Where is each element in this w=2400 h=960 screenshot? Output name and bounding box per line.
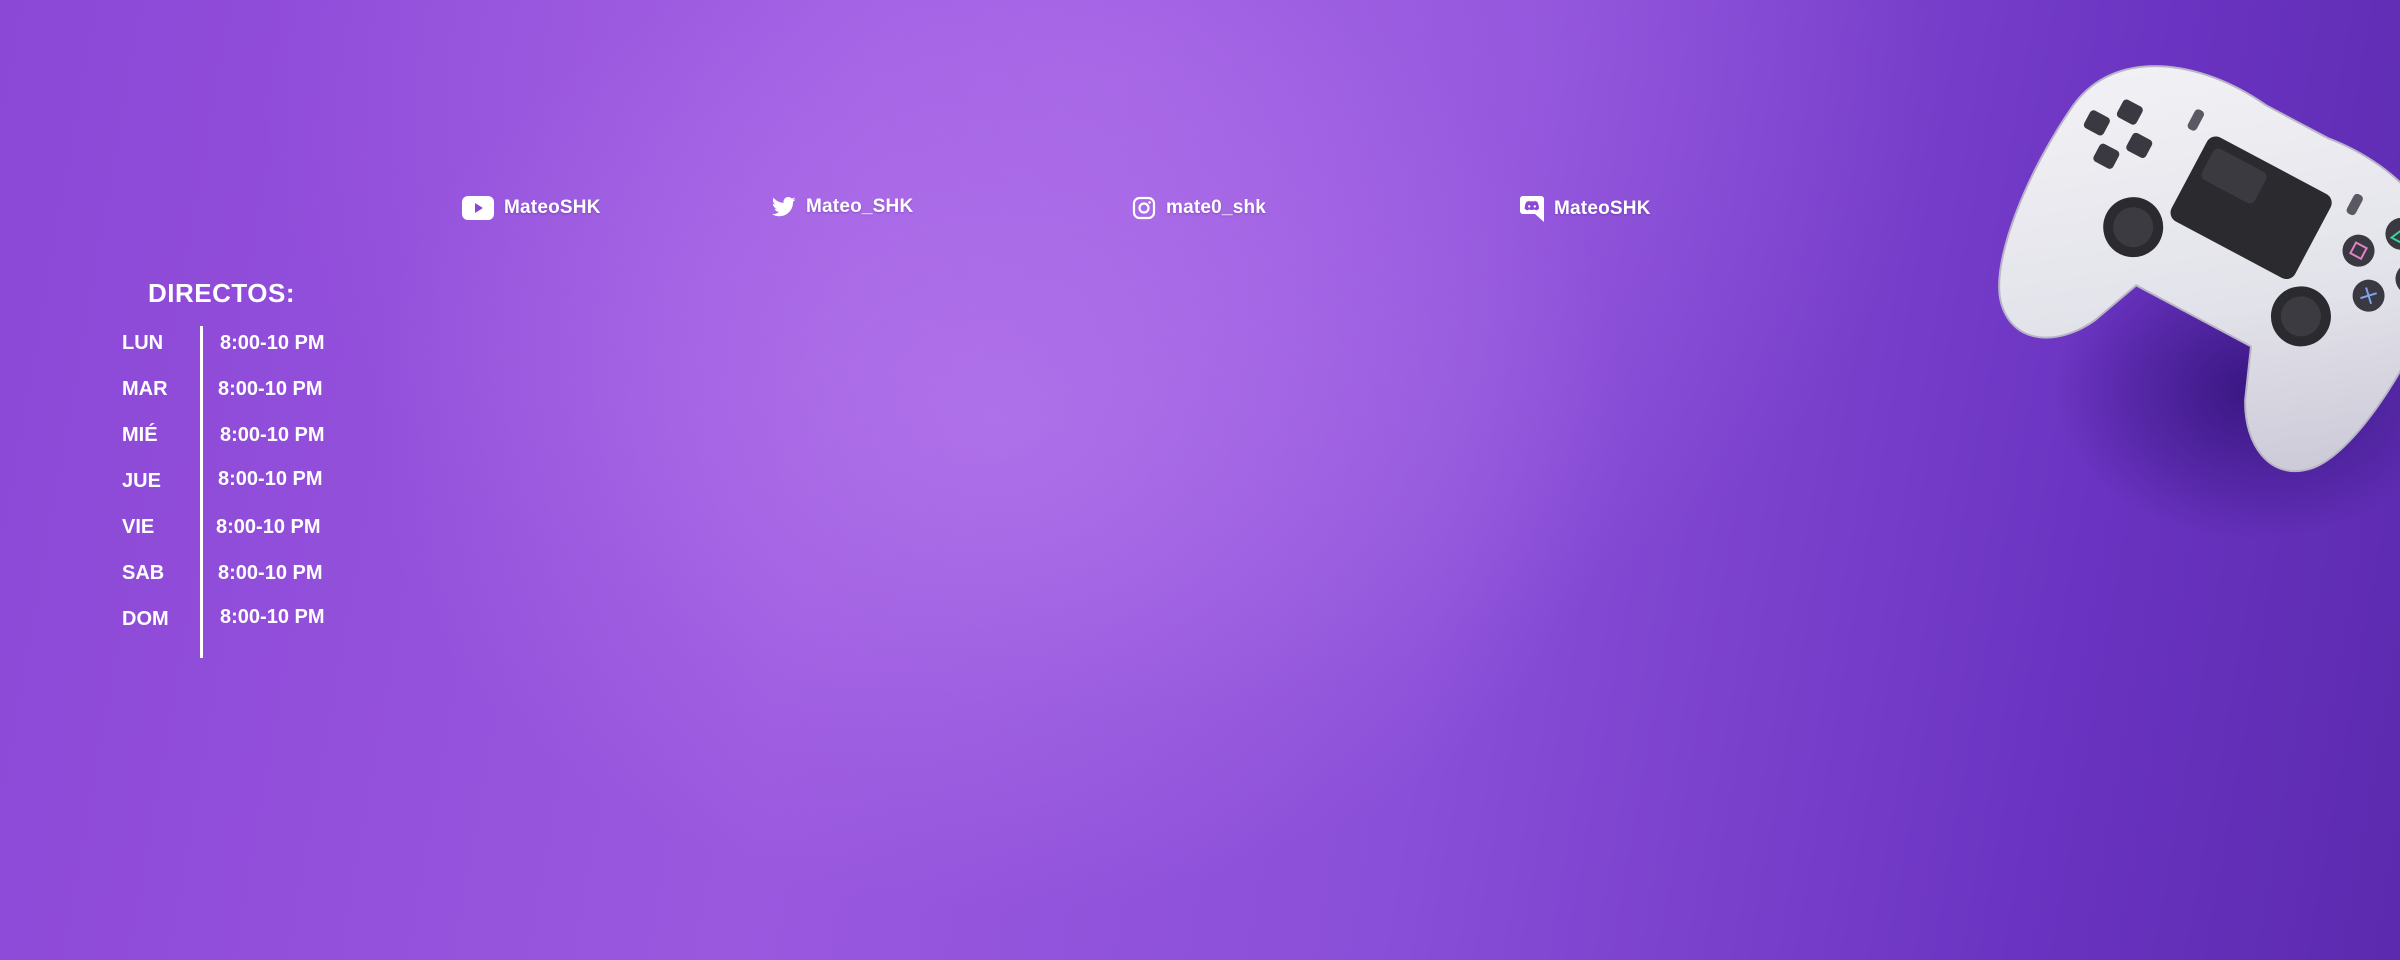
instagram-icon bbox=[1132, 196, 1156, 220]
youtube-handle: MateoSHK bbox=[504, 197, 601, 218]
schedule-day: LUN bbox=[122, 332, 164, 354]
schedule-day: JUE bbox=[122, 470, 161, 492]
schedule-time: 8:00-10 PM bbox=[220, 606, 325, 628]
schedule-time: 8:00-10 PM bbox=[216, 516, 321, 538]
schedule-day: MIÉ bbox=[122, 424, 158, 446]
schedule-day: VIE bbox=[122, 516, 155, 538]
youtube-icon bbox=[462, 196, 494, 220]
schedule-title: DIRECTOS: bbox=[148, 278, 296, 308]
social-instagram[interactable]: mate0_shk bbox=[1132, 196, 1266, 220]
schedule-divider bbox=[200, 326, 203, 658]
schedule-time: 8:00-10 PM bbox=[220, 424, 325, 446]
schedule-time: 8:00-10 PM bbox=[218, 378, 323, 400]
instagram-handle: mate0_shk bbox=[1166, 197, 1267, 218]
social-twitter[interactable]: Mateo_SHK bbox=[772, 196, 913, 218]
schedule-day: DOM bbox=[122, 608, 169, 630]
twitter-handle: Mateo_SHK bbox=[806, 196, 914, 217]
schedule-time: 8:00-10 PM bbox=[220, 332, 325, 354]
social-discord[interactable]: MateoSHK bbox=[1520, 196, 1651, 222]
gamepad-controller-icon bbox=[1998, 65, 2400, 540]
discord-handle: MateoSHK bbox=[1554, 198, 1651, 219]
discord-icon bbox=[1520, 196, 1544, 222]
schedule-time: 8:00-10 PM bbox=[218, 562, 323, 584]
twitter-icon bbox=[772, 197, 796, 217]
schedule-day: MAR bbox=[122, 378, 168, 400]
social-youtube[interactable]: MateoSHK bbox=[462, 196, 601, 220]
schedule-time: 8:00-10 PM bbox=[218, 468, 323, 490]
schedule-day: SAB bbox=[122, 562, 165, 584]
